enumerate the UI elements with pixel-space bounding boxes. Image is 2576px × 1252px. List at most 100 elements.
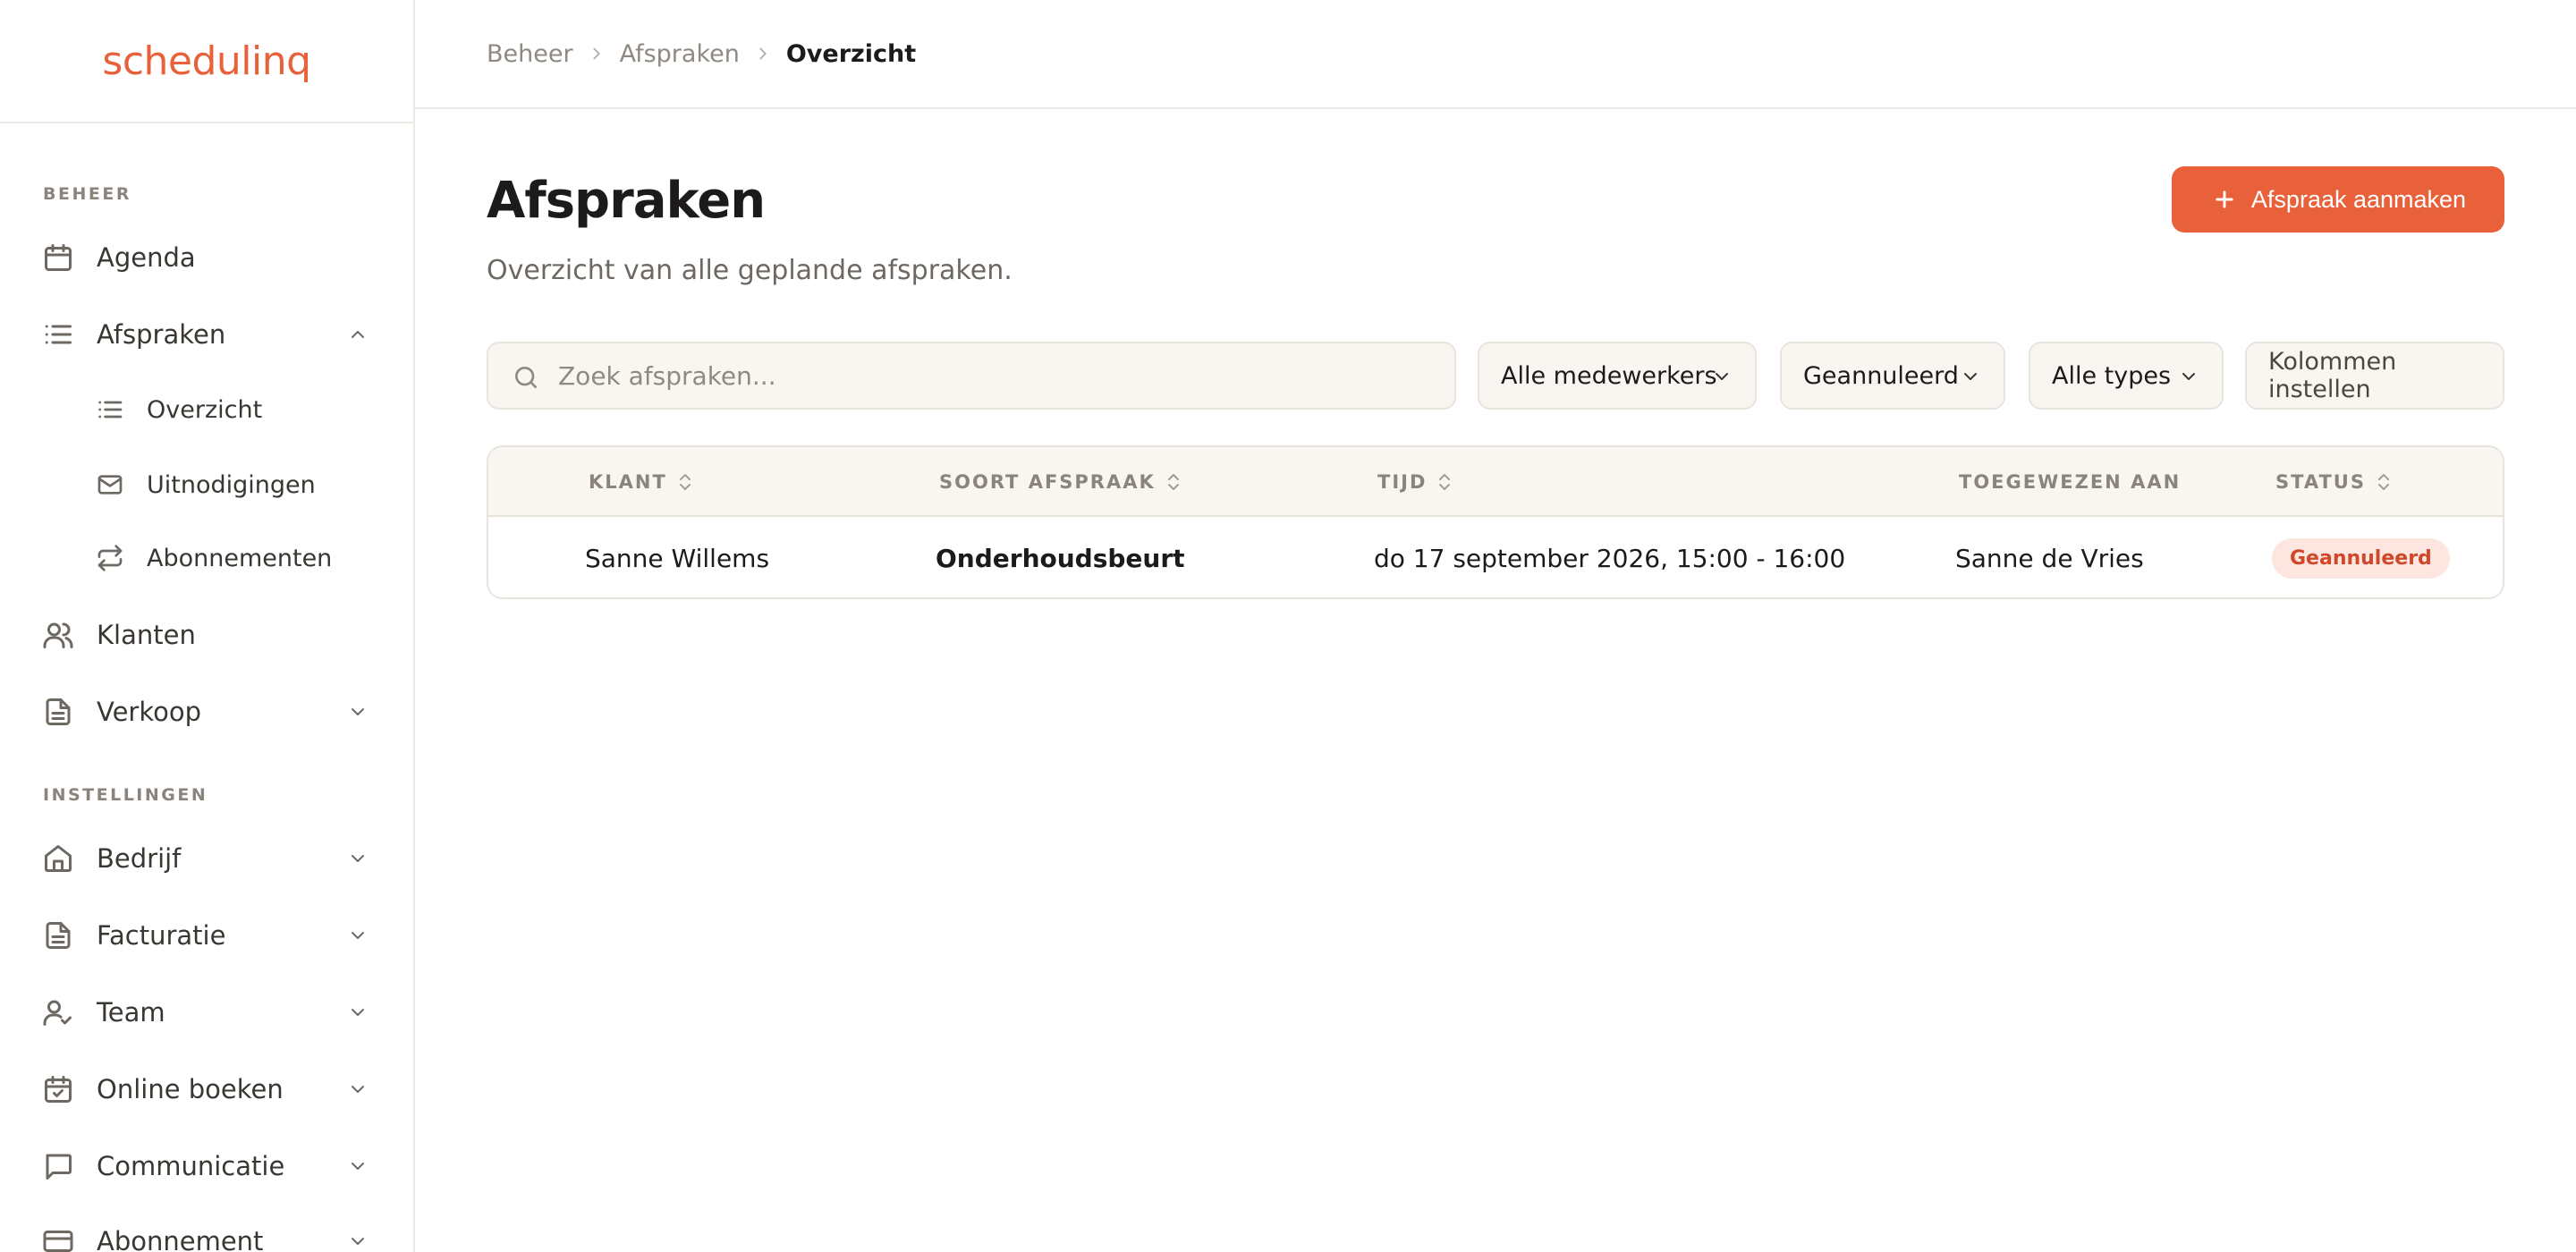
page-subtitle: Overzicht van alle geplande afspraken. [487, 255, 1013, 286]
list-icon [95, 394, 125, 425]
cell-status: Geannuleerd [2272, 517, 2450, 597]
column-header-label: TOEGEWEZEN AAN [1959, 471, 2182, 493]
sidebar-item-afspraken[interactable]: Afspraken [0, 306, 413, 363]
calendar-icon [41, 241, 75, 275]
chat-icon [41, 1149, 75, 1183]
sidebar-item-label: Team [97, 997, 165, 1028]
sidebar-item-bedrijf[interactable]: Bedrijf [0, 830, 413, 887]
type-filter-dropdown[interactable]: Alle types [2029, 342, 2224, 410]
sidebar-item-facturatie[interactable]: Facturatie [0, 907, 413, 964]
table-row[interactable]: Sanne Willems Onderhoudsbeurt do 17 sept… [488, 517, 2503, 597]
section-label-instellingen: INSTELLINGEN [43, 785, 208, 805]
chevron-right-icon [740, 41, 786, 66]
logo-area: schedulinq [0, 0, 413, 123]
main-content: Beheer Afspraken Overzicht Afspraken Ove… [415, 0, 2576, 1252]
user-check-icon [41, 995, 75, 1029]
calendar-check-icon [41, 1072, 75, 1106]
column-header-toegewezen-aan: TOEGEWEZEN AAN [1959, 447, 2181, 517]
sidebar-item-label: Verkoop [97, 697, 202, 727]
employee-filter-value: Alle medewerkers [1501, 361, 1717, 390]
sidebar-item-communicatie[interactable]: Communicatie [0, 1138, 413, 1195]
sidebar-subitem-overzicht[interactable]: Overzicht [0, 383, 413, 436]
chevron-down-icon[interactable] [343, 998, 372, 1027]
breadcrumb-afspraken[interactable]: Afspraken [620, 40, 740, 68]
cell-time: do 17 september 2026, 15:00 - 16:00 [1374, 543, 1846, 573]
sidebar-item-label: Abonnement [97, 1226, 264, 1252]
appointments-table: KLANT SOORT AFSPRAAK TIJD TOEGEWEZEN AAN [487, 445, 2504, 599]
breadcrumb-overzicht: Overzicht [785, 39, 917, 68]
sidebar-item-label: Online boeken [97, 1074, 284, 1104]
status-filter-dropdown[interactable]: Geannuleerd [1780, 342, 2005, 410]
chevron-down-icon[interactable] [343, 844, 372, 873]
status-badge: Geannuleerd [2272, 537, 2450, 579]
sidebar-item-klanten[interactable]: Klanten [0, 606, 413, 664]
chevron-down-icon[interactable] [343, 921, 372, 950]
sidebar: schedulinq BEHEER Agenda Afspraken Overz… [0, 0, 415, 1252]
sidebar-item-label: Klanten [97, 620, 196, 650]
sidebar-item-label: Afspraken [97, 319, 226, 350]
home-icon [41, 842, 75, 876]
column-header-label: KLANT [589, 471, 667, 493]
list-icon [41, 317, 75, 351]
plus-icon [2210, 185, 2239, 214]
chevron-down-icon[interactable] [343, 1227, 372, 1252]
document-icon [41, 695, 75, 729]
sidebar-item-abonnement[interactable]: Abonnement [0, 1213, 413, 1252]
sort-icon [674, 470, 696, 495]
chevron-down-icon[interactable] [343, 1075, 372, 1104]
breadcrumb: Beheer Afspraken Overzicht [415, 0, 2576, 109]
sort-icon [1163, 470, 1184, 495]
sort-icon [1434, 470, 1455, 495]
page-title: Afspraken [487, 172, 766, 230]
create-appointment-button[interactable]: Afspraak aanmaken [2172, 166, 2504, 233]
column-header-label: SOORT AFSPRAAK [939, 471, 1156, 493]
sidebar-subitem-label: Overzicht [147, 395, 263, 424]
sidebar-item-team[interactable]: Team [0, 984, 413, 1041]
chevron-down-icon[interactable] [343, 698, 372, 726]
breadcrumb-beheer[interactable]: Beheer [487, 40, 573, 68]
column-header-soort-afspraak[interactable]: SOORT AFSPRAAK [939, 447, 1184, 517]
columns-settings-label: Kolommen instellen [2268, 348, 2397, 403]
chevron-down-icon[interactable] [343, 1152, 372, 1180]
column-header-label: TIJD [1377, 471, 1428, 493]
cell-appointment-type: Onderhoudsbeurt [936, 543, 1185, 573]
create-appointment-label: Afspraak aanmaken [2250, 185, 2467, 213]
sidebar-item-label: Communicatie [97, 1151, 285, 1181]
column-header-tijd[interactable]: TIJD [1377, 447, 1455, 517]
sidebar-subitem-abonnementen[interactable]: Abonnementen [0, 531, 413, 585]
sidebar-item-label: Facturatie [97, 920, 226, 951]
search-input[interactable] [558, 343, 1435, 408]
cell-client: Sanne Willems [585, 543, 770, 573]
search-box [487, 342, 1456, 410]
cell-assigned: Sanne de Vries [1955, 543, 2144, 573]
sidebar-item-label: Agenda [97, 242, 196, 273]
chevron-right-icon [573, 41, 620, 66]
table-header: KLANT SOORT AFSPRAAK TIJD TOEGEWEZEN AAN [488, 447, 2503, 517]
columns-settings-button[interactable]: Kolommen instellen [2245, 342, 2504, 410]
chevron-down-icon [2175, 363, 2202, 390]
search-icon [512, 363, 540, 392]
chevron-down-icon [1708, 363, 1735, 390]
users-icon [41, 618, 75, 652]
column-header-label: STATUS [2275, 471, 2366, 493]
mail-icon [95, 470, 125, 500]
sidebar-item-agenda[interactable]: Agenda [0, 229, 413, 286]
repeat-icon [95, 543, 125, 573]
status-filter-value: Geannuleerd [1803, 361, 1959, 390]
sidebar-item-verkoop[interactable]: Verkoop [0, 683, 413, 740]
logo[interactable]: schedulinq [102, 38, 311, 84]
chevron-down-icon [1957, 363, 1984, 390]
column-header-status[interactable]: STATUS [2275, 447, 2394, 517]
type-filter-value: Alle types [2052, 361, 2172, 390]
document-icon [41, 918, 75, 952]
column-header-klant[interactable]: KLANT [589, 447, 696, 517]
sort-icon [2373, 470, 2394, 495]
chevron-up-icon[interactable] [343, 320, 372, 349]
employee-filter-dropdown[interactable]: Alle medewerkers [1478, 342, 1757, 410]
sidebar-subitem-label: Uitnodigingen [147, 470, 316, 499]
sidebar-subitem-uitnodigingen[interactable]: Uitnodigingen [0, 458, 413, 512]
sidebar-item-online-boeken[interactable]: Online boeken [0, 1061, 413, 1118]
section-label-beheer: BEHEER [43, 184, 131, 204]
credit-card-icon [41, 1224, 75, 1252]
sidebar-item-label: Bedrijf [97, 843, 182, 874]
